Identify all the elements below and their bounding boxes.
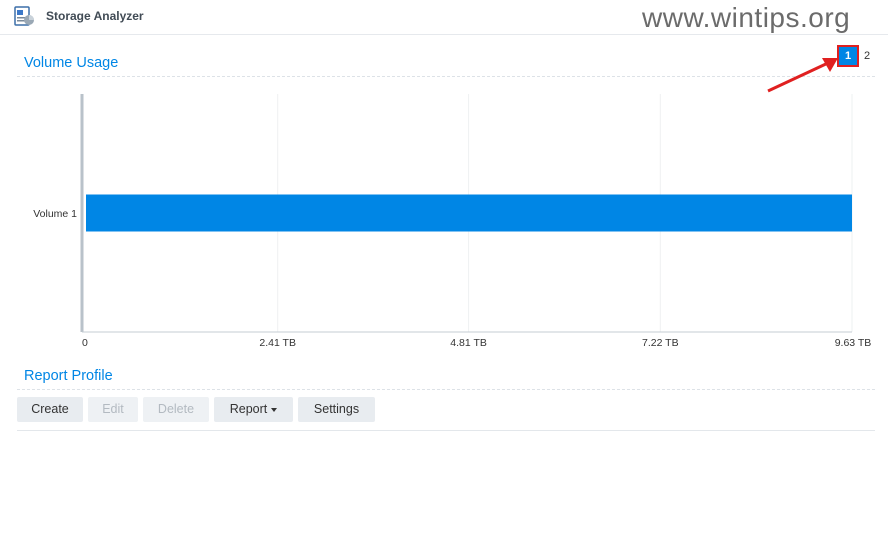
create-button[interactable]: Create	[17, 397, 83, 422]
caret-down-icon	[271, 407, 278, 412]
app-title: Storage Analyzer	[46, 9, 144, 23]
page-2-button[interactable]: 2	[861, 46, 873, 66]
edit-button[interactable]: Edit	[88, 397, 138, 422]
report-profile-title: Report Profile	[24, 368, 113, 384]
x-tick-label: 2.41 TB	[259, 337, 296, 349]
volume-usage-divider	[17, 76, 875, 77]
settings-button[interactable]: Settings	[298, 397, 375, 422]
bar-volume-1	[86, 194, 852, 232]
x-tick-label: 4.81 TB	[450, 337, 487, 349]
volume-usage-chart: 0 2.41 TB 4.81 TB 7.22 TB 9.63 TB Volume 1	[33, 94, 872, 349]
report-button-label: Report	[229, 402, 268, 416]
storage-analyzer-icon	[14, 6, 34, 26]
watermark: www.wintips.org	[642, 2, 851, 33]
volume-usage-title: Volume Usage	[24, 55, 119, 71]
report-profile-divider	[17, 389, 875, 390]
toolbar-divider	[17, 430, 875, 431]
x-tick-label: 0	[82, 337, 88, 349]
category-label: Volume 1	[33, 208, 77, 220]
x-tick-label: 7.22 TB	[642, 337, 679, 349]
report-dropdown-button[interactable]: Report	[214, 397, 293, 422]
delete-button[interactable]: Delete	[143, 397, 209, 422]
x-tick-label: 9.63 TB	[835, 337, 872, 349]
